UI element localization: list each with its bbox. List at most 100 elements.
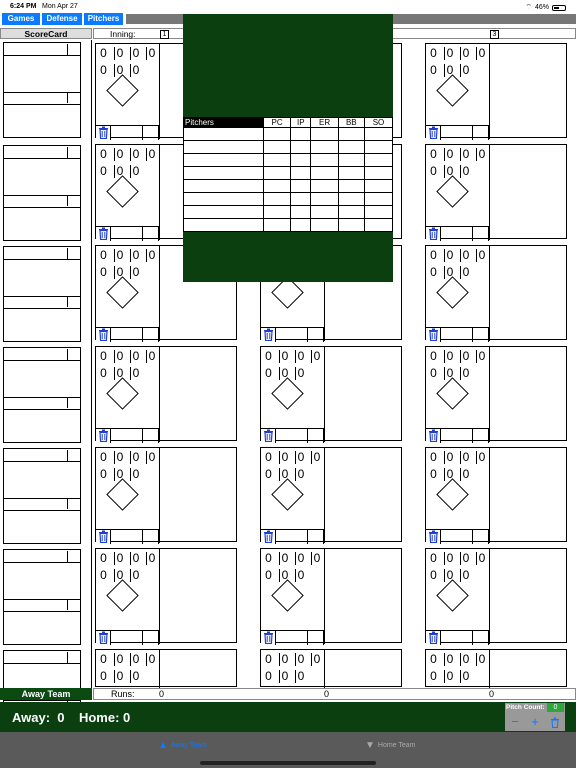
base-diamond[interactable] [271, 579, 304, 612]
result-box[interactable] [441, 328, 473, 342]
pitcher-row[interactable] [183, 179, 394, 193]
pitch-count-circle[interactable]: 0 [130, 468, 141, 481]
trash-icon[interactable] [426, 227, 441, 241]
rbi-box[interactable] [473, 429, 489, 443]
result-box[interactable] [441, 126, 473, 140]
pitch-count-circle[interactable]: 0 [98, 47, 109, 60]
at-bat-cell[interactable]: 0000000 [260, 346, 402, 443]
result-box[interactable] [111, 227, 143, 241]
pitch-count-circle[interactable]: 0 [428, 367, 439, 380]
pitch-count-circle[interactable]: 0 [130, 367, 141, 380]
pitch-count-circle[interactable]: 0 [295, 670, 306, 683]
pitch-count-circle[interactable]: 0 [428, 468, 439, 481]
pitch-count-circle[interactable]: 0 [98, 249, 109, 262]
pitch-count-circle[interactable]: 0 [476, 350, 487, 363]
base-diamond[interactable] [436, 175, 469, 208]
at-bat-cell[interactable]: 0000000 [425, 43, 567, 140]
pitch-count-circle[interactable]: 0 [295, 468, 306, 481]
pitcher-cell[interactable] [337, 166, 365, 180]
pitch-count-circle[interactable]: 0 [460, 249, 471, 262]
tab-pitchers[interactable]: Pitchers [84, 13, 124, 25]
base-diamond[interactable] [271, 478, 304, 511]
at-bat-cell[interactable]: 0000000 [95, 346, 237, 443]
pitch-count-circle[interactable]: 0 [263, 367, 274, 380]
pitcher-cell[interactable] [290, 218, 312, 232]
at-bat-cell[interactable]: 0000000 [260, 447, 402, 544]
pitcher-cell[interactable] [310, 218, 339, 232]
pitch-count-circle[interactable]: 0 [114, 670, 125, 683]
pitch-count-circle[interactable]: 0 [444, 350, 455, 363]
trash-icon[interactable] [261, 631, 276, 645]
pitch-count-circle[interactable]: 0 [311, 451, 322, 464]
pitcher-cell[interactable] [262, 218, 292, 232]
inning-number[interactable]: 3 [490, 30, 499, 39]
base-diamond[interactable] [106, 276, 139, 309]
pitch-count-circle[interactable]: 0 [444, 249, 455, 262]
pitch-count-circle[interactable]: 0 [130, 653, 141, 666]
pitch-count-circle[interactable]: 0 [279, 552, 290, 565]
pitcher-cell[interactable] [183, 192, 264, 206]
trash-icon[interactable] [96, 227, 111, 241]
pitch-count-circle[interactable]: 0 [460, 653, 471, 666]
base-diamond[interactable] [106, 175, 139, 208]
pitcher-cell[interactable] [183, 205, 264, 219]
pitch-count-circle[interactable]: 0 [428, 653, 439, 666]
pitch-count-circle[interactable]: 0 [263, 670, 274, 683]
pitch-count-circle[interactable]: 0 [460, 350, 471, 363]
pitch-count-circle[interactable]: 0 [114, 653, 125, 666]
pitch-count-circle[interactable]: 0 [476, 249, 487, 262]
result-box[interactable] [111, 429, 143, 443]
lineup-slot[interactable] [3, 246, 81, 342]
trash-icon[interactable] [426, 631, 441, 645]
rbi-box[interactable] [473, 227, 489, 241]
pitch-count-circle[interactable]: 0 [263, 552, 274, 565]
base-diamond[interactable] [106, 478, 139, 511]
pitch-count-circle[interactable]: 0 [460, 670, 471, 683]
pitcher-cell[interactable] [363, 166, 394, 180]
trash-icon[interactable] [261, 530, 276, 544]
pitch-count-circle[interactable]: 0 [428, 64, 439, 77]
pitcher-cell[interactable] [337, 218, 365, 232]
pitch-count-circle[interactable]: 0 [428, 451, 439, 464]
pitch-count-circle[interactable]: 0 [476, 148, 487, 161]
pitcher-row[interactable] [183, 218, 394, 232]
pitch-count-circle[interactable]: 0 [428, 266, 439, 279]
result-box[interactable] [441, 429, 473, 443]
result-box[interactable] [276, 631, 308, 645]
pitch-count-circle[interactable]: 0 [98, 552, 109, 565]
pitch-count-circle[interactable]: 0 [130, 451, 141, 464]
pitch-count-circle[interactable]: 0 [130, 266, 141, 279]
result-box[interactable] [276, 328, 308, 342]
pitch-count-circle[interactable]: 0 [428, 670, 439, 683]
pitcher-cell[interactable] [310, 153, 339, 167]
pitcher-cell[interactable] [262, 205, 292, 219]
pitch-count-circle[interactable]: 0 [311, 350, 322, 363]
result-box[interactable] [441, 530, 473, 544]
result-box[interactable] [111, 126, 143, 140]
rbi-box[interactable] [308, 328, 324, 342]
pitch-count-circle[interactable]: 0 [146, 148, 157, 161]
rbi-box[interactable] [473, 631, 489, 645]
at-bat-cell[interactable]: 0000000 [95, 548, 237, 645]
pitch-count-circle[interactable]: 0 [263, 350, 274, 363]
pitch-count-circle[interactable]: 0 [444, 653, 455, 666]
pitch-count-circle[interactable]: 0 [146, 249, 157, 262]
pitch-count-circle[interactable]: 0 [460, 47, 471, 60]
pitch-count-circle[interactable]: 0 [130, 552, 141, 565]
pitch-count-circle[interactable]: 0 [279, 451, 290, 464]
result-box[interactable] [111, 631, 143, 645]
at-bat-cell[interactable]: 0000000 [260, 649, 402, 688]
pitch-count-circle[interactable]: 0 [114, 47, 125, 60]
at-bat-cell[interactable]: 0000000 [425, 144, 567, 241]
pitcher-cell[interactable] [262, 179, 292, 193]
pitch-count-circle[interactable]: 0 [460, 148, 471, 161]
pitch-count-circle[interactable]: 0 [114, 148, 125, 161]
pitch-count-circle[interactable]: 0 [295, 350, 306, 363]
at-bat-cell[interactable]: 0000000 [425, 447, 567, 544]
pitcher-row[interactable] [183, 127, 394, 141]
pitch-count-circle[interactable]: 0 [279, 670, 290, 683]
pitcher-cell[interactable] [262, 140, 292, 154]
rbi-box[interactable] [143, 530, 159, 544]
tab-defense[interactable]: Defense [42, 13, 83, 25]
pitch-count-circle[interactable]: 0 [476, 552, 487, 565]
